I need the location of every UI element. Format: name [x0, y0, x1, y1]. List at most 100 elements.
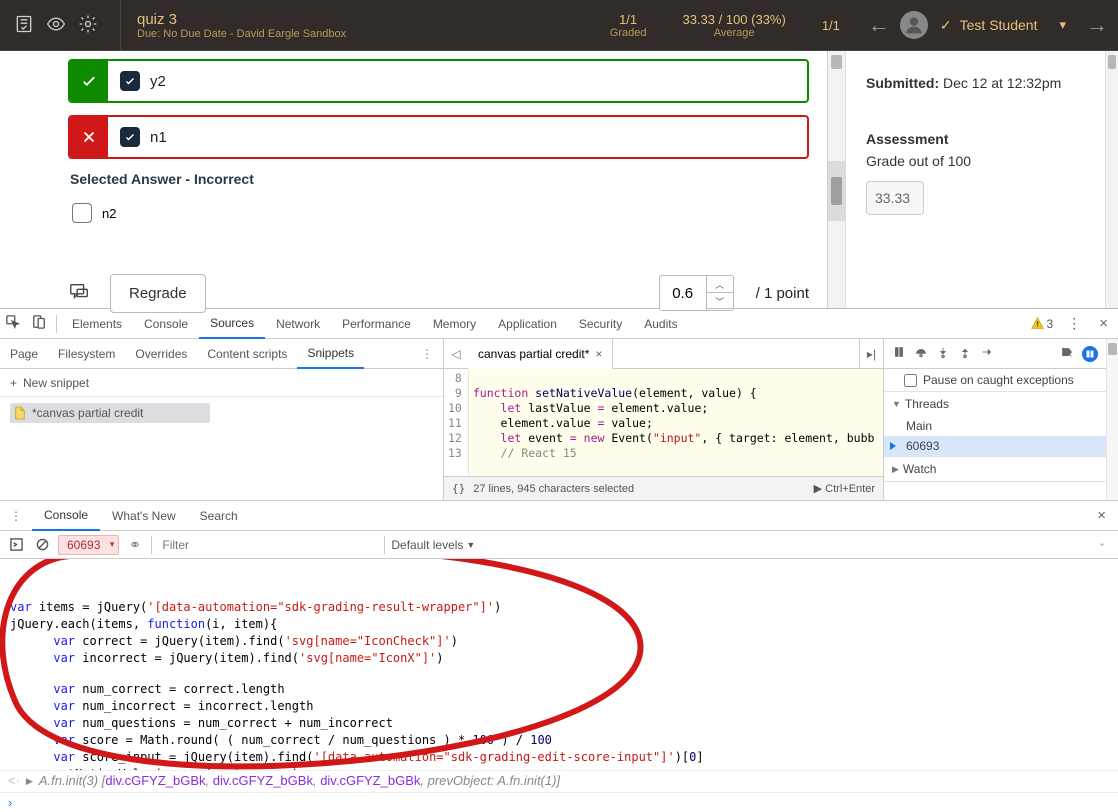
subtab-filesystem[interactable]: Filesystem: [48, 339, 125, 369]
editor-nav-icon[interactable]: ◁: [444, 347, 468, 361]
sources-more-icon[interactable]: ⋮: [411, 347, 443, 361]
run-shortcut[interactable]: ▶ Ctrl+Enter: [814, 482, 875, 495]
devtools-menu-icon[interactable]: ⋮: [1059, 315, 1089, 332]
drawer-menu-icon[interactable]: ⋮: [0, 509, 32, 523]
quiz-title: quiz 3: [137, 11, 346, 28]
gradebook-icon[interactable]: [14, 14, 34, 37]
subtab-snippets[interactable]: Snippets: [297, 339, 364, 369]
inspect-icon[interactable]: [0, 315, 26, 332]
thread-worker[interactable]: 60693: [884, 436, 1106, 456]
prev-student-arrow[interactable]: ←: [858, 12, 900, 38]
average-stat: 33.33 / 100 (33%) Average: [664, 12, 803, 39]
code-editor[interactable]: 8910111213 function setNativeValue(eleme…: [444, 369, 883, 476]
answer-label: n1: [150, 129, 167, 146]
debugger-pane: Pause on caught exceptions ▼Threads Main…: [884, 339, 1106, 500]
new-snippet-button[interactable]: +New snippet: [0, 369, 443, 397]
drawer-close-icon[interactable]: ×: [1085, 507, 1118, 524]
settings-gear-icon[interactable]: [78, 14, 98, 37]
console-settings-icon[interactable]: [1092, 538, 1112, 551]
console-filter-input[interactable]: [158, 535, 378, 555]
watch-section[interactable]: ▶Watch: [884, 457, 1106, 481]
scrollbar[interactable]: [1105, 51, 1118, 308]
grade-input[interactable]: [866, 181, 924, 215]
snippet-file[interactable]: *canvas partial credit: [10, 403, 210, 423]
score-row: Regrade ︿ ﹀ / 1 point: [68, 257, 809, 313]
assessment-sidebar: Submitted: Dec 12 at 12:32pm Assessment …: [845, 51, 1105, 308]
regrade-button[interactable]: Regrade: [110, 274, 206, 313]
student-name: Test Student: [960, 17, 1038, 33]
score-input[interactable]: [660, 276, 706, 310]
device-toggle-icon[interactable]: [26, 315, 52, 332]
next-student-arrow[interactable]: →: [1076, 12, 1118, 38]
tab-security[interactable]: Security: [568, 309, 633, 339]
devtools-mainbar: Elements Console Sources Network Perform…: [0, 309, 1118, 339]
editor-tab[interactable]: canvas partial credit*×: [468, 339, 613, 369]
warnings-badge[interactable]: 3: [1031, 317, 1060, 331]
subtab-page[interactable]: Page: [0, 339, 48, 369]
clear-console-icon[interactable]: [32, 538, 52, 551]
comment-icon[interactable]: [68, 281, 90, 306]
student-avatar[interactable]: [900, 11, 928, 39]
tab-application[interactable]: Application: [487, 309, 568, 339]
check-icon: ✓: [940, 17, 952, 34]
format-icon[interactable]: {}: [452, 482, 465, 495]
threads-section[interactable]: ▼Threads: [884, 392, 1106, 416]
pause-icon[interactable]: [892, 345, 906, 362]
tab-elements[interactable]: Elements: [61, 309, 133, 339]
submitted-line: Submitted: Dec 12 at 12:32pm: [866, 75, 1085, 91]
visibility-icon[interactable]: [46, 14, 66, 37]
scrollbar[interactable]: [1106, 339, 1118, 500]
pause-exceptions-checkbox[interactable]: Pause on caught exceptions: [904, 373, 1098, 387]
quiz-title-block: quiz 3 Due: No Due Date - David Eargle S…: [129, 7, 354, 44]
incorrect-mark-icon: [70, 117, 108, 157]
student-dropdown-caret[interactable]: ▾: [1049, 17, 1076, 33]
selected-answer-heading: Selected Answer - Incorrect: [70, 171, 809, 187]
devtools-close-icon[interactable]: ×: [1089, 315, 1118, 332]
scrollbar[interactable]: [827, 51, 845, 308]
score-step-up[interactable]: ︿: [707, 276, 733, 293]
step-out-icon[interactable]: [958, 345, 972, 362]
drawer-tab-search[interactable]: Search: [188, 501, 250, 531]
quiz-subtitle: Due: No Due Date - David Eargle Sandbox: [137, 28, 346, 40]
tab-console[interactable]: Console: [133, 309, 199, 339]
student-picker[interactable]: ✓ Test Student: [928, 17, 1050, 34]
tab-sources[interactable]: Sources: [199, 309, 265, 339]
subtab-contentscripts[interactable]: Content scripts: [197, 339, 297, 369]
correct-mark-icon: [70, 61, 108, 101]
step-into-icon[interactable]: [936, 345, 950, 362]
checkbox-checked[interactable]: [120, 71, 140, 91]
step-icon[interactable]: [980, 345, 994, 362]
pause-on-exceptions-icon[interactable]: [1082, 346, 1098, 362]
assessment-heading: Assessment: [866, 131, 1085, 147]
editor-list-icon[interactable]: ▸|: [859, 339, 883, 369]
tab-audits[interactable]: Audits: [633, 309, 688, 339]
console-prompt[interactable]: ›: [0, 792, 1118, 812]
editor-footer: {} 27 lines, 945 characters selected ▶ C…: [444, 476, 883, 500]
answer-correct-row: y2: [68, 59, 809, 103]
unselected-answer-row: n2: [68, 193, 809, 233]
step-over-icon[interactable]: [914, 345, 928, 362]
console-output[interactable]: var items = jQuery('[data-automation="sd…: [0, 559, 1118, 770]
score-step-down[interactable]: ﹀: [707, 293, 733, 310]
close-tab-icon[interactable]: ×: [595, 347, 602, 361]
drawer-tab-whatsnew[interactable]: What's New: [100, 501, 188, 531]
tab-network[interactable]: Network: [265, 309, 331, 339]
count-stat: 1/1: [804, 18, 858, 33]
tab-memory[interactable]: Memory: [422, 309, 487, 339]
answer-label: n2: [102, 206, 116, 221]
debugger-toolbar: [884, 339, 1106, 369]
graded-stat: 1/1 Graded: [592, 12, 665, 39]
answer-label: y2: [150, 73, 166, 90]
deactivate-breakpoints-icon[interactable]: [1060, 345, 1074, 362]
thread-main[interactable]: Main: [884, 416, 1106, 436]
live-expression-icon[interactable]: [125, 538, 145, 551]
checkbox-empty[interactable]: [72, 203, 92, 223]
subtab-overrides[interactable]: Overrides: [125, 339, 197, 369]
tab-performance[interactable]: Performance: [331, 309, 422, 339]
checkbox-checked[interactable]: [120, 127, 140, 147]
drawer-tab-console[interactable]: Console: [32, 501, 100, 531]
log-levels-dropdown[interactable]: Default levels ▼: [391, 538, 475, 552]
annotation-scribble: [659, 308, 704, 311]
console-sidebar-icon[interactable]: [6, 538, 26, 551]
context-selector[interactable]: 60693: [58, 535, 119, 555]
